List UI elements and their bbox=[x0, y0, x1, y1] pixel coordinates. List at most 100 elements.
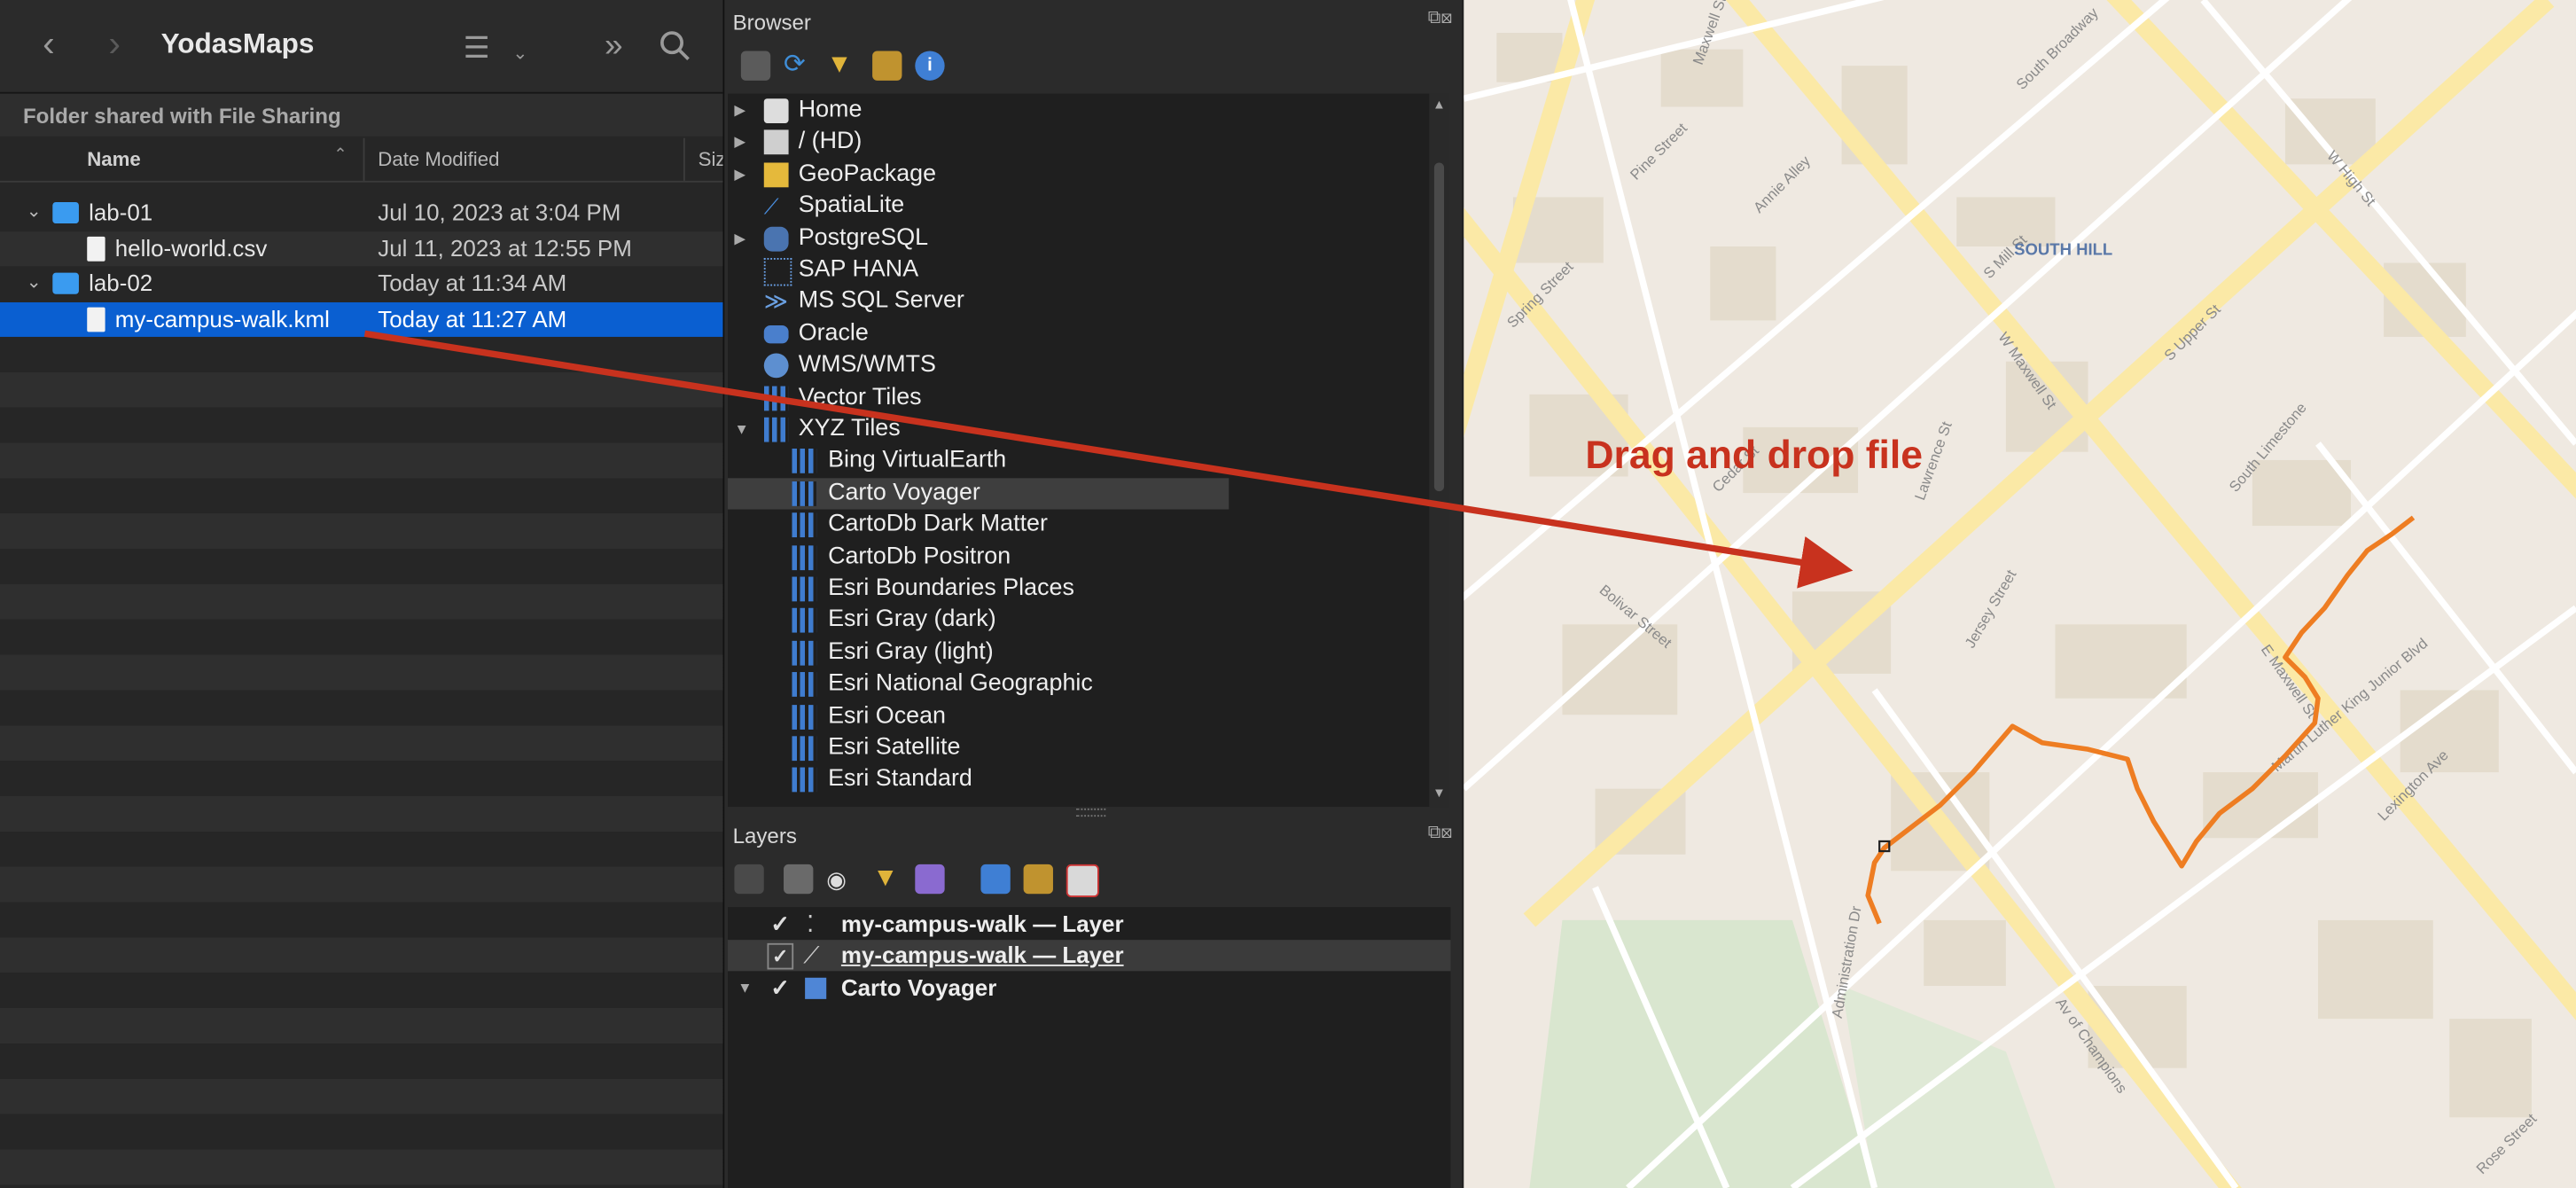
tree-item-esri-natgeo[interactable]: Esri National Geographic bbox=[728, 668, 1385, 700]
list-view-icon[interactable]: ☰ bbox=[464, 27, 490, 69]
mssql-icon: ≫ bbox=[763, 287, 788, 314]
filter-icon[interactable]: ▼ bbox=[826, 51, 855, 80]
list-item[interactable]: ⌄ lab-02 Today at 11:34 AM bbox=[0, 266, 722, 301]
search-icon[interactable] bbox=[659, 29, 691, 62]
expand-arrow-icon[interactable]: ▶ bbox=[734, 95, 745, 126]
tree-item-esri-boundaries[interactable]: Esri Boundaries Places bbox=[728, 574, 1385, 605]
home-icon bbox=[763, 98, 789, 124]
filter-legend-icon[interactable]: ▼ bbox=[872, 864, 902, 894]
collapse-arrow-icon[interactable]: ▼ bbox=[738, 973, 753, 1004]
tree-item-spatialite[interactable]: ⟋ SpatiaLite bbox=[728, 191, 1385, 222]
list-item[interactable]: ⌄ lab-01 Jul 10, 2023 at 3:04 PM bbox=[0, 196, 722, 231]
tree-label: Esri Standard bbox=[828, 765, 972, 793]
expand-all-icon[interactable] bbox=[980, 864, 1011, 895]
tree-item-cartodb-dark[interactable]: CartoDb Dark Matter bbox=[728, 510, 1385, 541]
tree-item-vector-tiles[interactable]: Vector Tiles bbox=[728, 383, 1385, 414]
forward-icon[interactable]: › bbox=[108, 23, 121, 66]
globe-icon bbox=[763, 353, 789, 379]
scroll-up-icon[interactable]: ▲ bbox=[1432, 97, 1446, 112]
tree-item-cartodb-positron[interactable]: CartoDb Positron bbox=[728, 543, 1385, 574]
file-date: Jul 10, 2023 at 3:04 PM bbox=[378, 199, 621, 225]
tree-label: SAP HANA bbox=[798, 256, 919, 283]
list-item-selected[interactable]: my-campus-walk.kml Today at 11:27 AM bbox=[0, 301, 723, 337]
tree-label: Bing VirtualEarth bbox=[828, 447, 1007, 473]
tree-item-mssql[interactable]: ≫ MS SQL Server bbox=[728, 285, 1385, 317]
tree-item-esri-ocean[interactable]: Esri Ocean bbox=[728, 701, 1385, 732]
xyz-tiles-icon bbox=[763, 417, 789, 442]
tree-label: / (HD) bbox=[798, 128, 863, 155]
column-header: Name ⌃ Date Modified Siz bbox=[0, 137, 723, 183]
name-column-header[interactable]: Name bbox=[87, 148, 141, 171]
date-column-header[interactable]: Date Modified bbox=[378, 148, 499, 171]
layer-row-selected[interactable]: ✓ ⟋ my-campus-walk — Layer bbox=[728, 940, 1451, 972]
size-column-header[interactable]: Siz bbox=[699, 148, 723, 171]
xyz-layer-icon bbox=[792, 481, 817, 506]
folder-icon bbox=[763, 129, 789, 155]
collapse-arrow-icon[interactable]: ▼ bbox=[734, 414, 749, 445]
layer-row[interactable]: ✓ ⁚ my-campus-walk — Layer bbox=[728, 909, 1450, 940]
tree-item-postgresql[interactable]: ▶ PostgreSQL bbox=[728, 223, 1385, 254]
tree-item-esri-satellite[interactable]: Esri Satellite bbox=[728, 733, 1385, 764]
xyz-layer-icon bbox=[792, 607, 817, 633]
disclosure-open-icon[interactable]: ⌄ bbox=[27, 196, 42, 231]
shared-banner: Folder shared with File Sharing bbox=[0, 93, 723, 137]
add-layer-icon[interactable] bbox=[740, 51, 771, 81]
tree-label: Oracle bbox=[798, 320, 869, 348]
browser-tree: ▶ Home ▶ / (HD) ▶ GeoPackage ⟋ SpatiaLite ▶ P… bbox=[728, 93, 1430, 808]
scroll-thumb[interactable] bbox=[1433, 162, 1445, 492]
tree-item-hd[interactable]: ▶ / (HD) bbox=[728, 127, 1385, 158]
tree-item-bing[interactable]: Bing VirtualEarth bbox=[728, 445, 1385, 476]
xyz-layer-icon bbox=[792, 545, 817, 571]
layer-row[interactable]: ▼ ✓ Carto Voyager bbox=[728, 973, 1450, 1004]
back-icon[interactable]: ‹ bbox=[43, 23, 55, 66]
finder-window: ‹ › YodasMaps ☰ ⌄ » Folder shared with F… bbox=[0, 0, 725, 1188]
info-icon[interactable]: i bbox=[915, 51, 945, 81]
expand-arrow-icon[interactable]: ▶ bbox=[734, 160, 745, 191]
column-divider[interactable] bbox=[683, 137, 685, 181]
tree-item-sap-hana[interactable]: SAP HANA bbox=[728, 254, 1385, 286]
expand-arrow-icon[interactable]: ▶ bbox=[734, 223, 745, 254]
file-name: my-campus-walk.kml bbox=[114, 304, 330, 332]
list-item[interactable]: hello-world.csv Jul 11, 2023 at 12:55 PM bbox=[0, 231, 723, 267]
splitter-handle[interactable] bbox=[1075, 808, 1106, 817]
visibility-eye-icon[interactable]: ◉ bbox=[826, 864, 855, 894]
add-group-icon[interactable] bbox=[784, 864, 814, 895]
tree-item-geopackage[interactable]: ▶ GeoPackage bbox=[728, 160, 1385, 191]
filter-expression-icon[interactable] bbox=[915, 864, 945, 895]
disclosure-open-icon[interactable]: ⌄ bbox=[27, 266, 42, 301]
file-name: hello-world.csv bbox=[114, 234, 268, 261]
xyz-layer-icon bbox=[792, 672, 817, 697]
tree-item-esri-standard[interactable]: Esri Standard bbox=[728, 764, 1385, 795]
panel-float-close-icon[interactable]: ⧉⊠ bbox=[1428, 8, 1453, 29]
tree-item-wms[interactable]: WMS/WMTS bbox=[728, 350, 1385, 381]
layer-style-icon[interactable] bbox=[734, 864, 764, 895]
tree-label: Vector Tiles bbox=[798, 384, 922, 411]
panel-float-close-icon[interactable]: ⧉⊠ bbox=[1428, 824, 1453, 845]
tree-item-carto-voyager-selected[interactable]: Carto Voyager bbox=[728, 478, 1229, 510]
checkbox-checked[interactable]: ✓ bbox=[767, 942, 794, 970]
refresh-icon[interactable]: ⟳ bbox=[784, 51, 813, 80]
tree-item-esri-gray-dark[interactable]: Esri Gray (dark) bbox=[728, 605, 1385, 636]
vector-tiles-icon bbox=[763, 386, 789, 411]
layers-tree: ✓ ⁚ my-campus-walk — Layer ✓ ⟋ my-campus… bbox=[728, 907, 1451, 1188]
tree-label: GeoPackage bbox=[798, 160, 937, 188]
expand-arrow-icon[interactable]: ▶ bbox=[734, 127, 745, 158]
tree-item-xyz-tiles[interactable]: ▼ XYZ Tiles bbox=[728, 414, 1385, 445]
checkbox-checked[interactable]: ✓ bbox=[770, 909, 790, 940]
scroll-down-icon[interactable]: ▼ bbox=[1432, 785, 1446, 801]
tree-label: Esri National Geographic bbox=[828, 670, 1093, 697]
tree-item-home[interactable]: ▶ Home bbox=[728, 95, 1385, 126]
layer-name: Carto Voyager bbox=[840, 974, 997, 1001]
collapse-all-layers-icon[interactable] bbox=[1023, 864, 1053, 895]
browser-scrollbar[interactable]: ▲ ▼ bbox=[1429, 93, 1449, 808]
collapse-all-icon[interactable] bbox=[872, 51, 902, 81]
layer-name: my-campus-walk — Layer bbox=[840, 910, 1124, 937]
more-toolbar-icon[interactable]: » bbox=[605, 25, 623, 67]
map-canvas[interactable]: Maxwell St South Broadway Pine Street Sp… bbox=[1464, 0, 2576, 1188]
remove-layer-icon[interactable] bbox=[1066, 864, 1099, 897]
chevron-down-icon[interactable]: ⌄ bbox=[512, 33, 527, 75]
checkbox-checked[interactable]: ✓ bbox=[770, 973, 790, 1004]
tree-item-esri-gray-light[interactable]: Esri Gray (light) bbox=[728, 637, 1385, 668]
column-divider[interactable] bbox=[363, 137, 365, 181]
tree-item-oracle[interactable]: Oracle bbox=[728, 319, 1385, 350]
